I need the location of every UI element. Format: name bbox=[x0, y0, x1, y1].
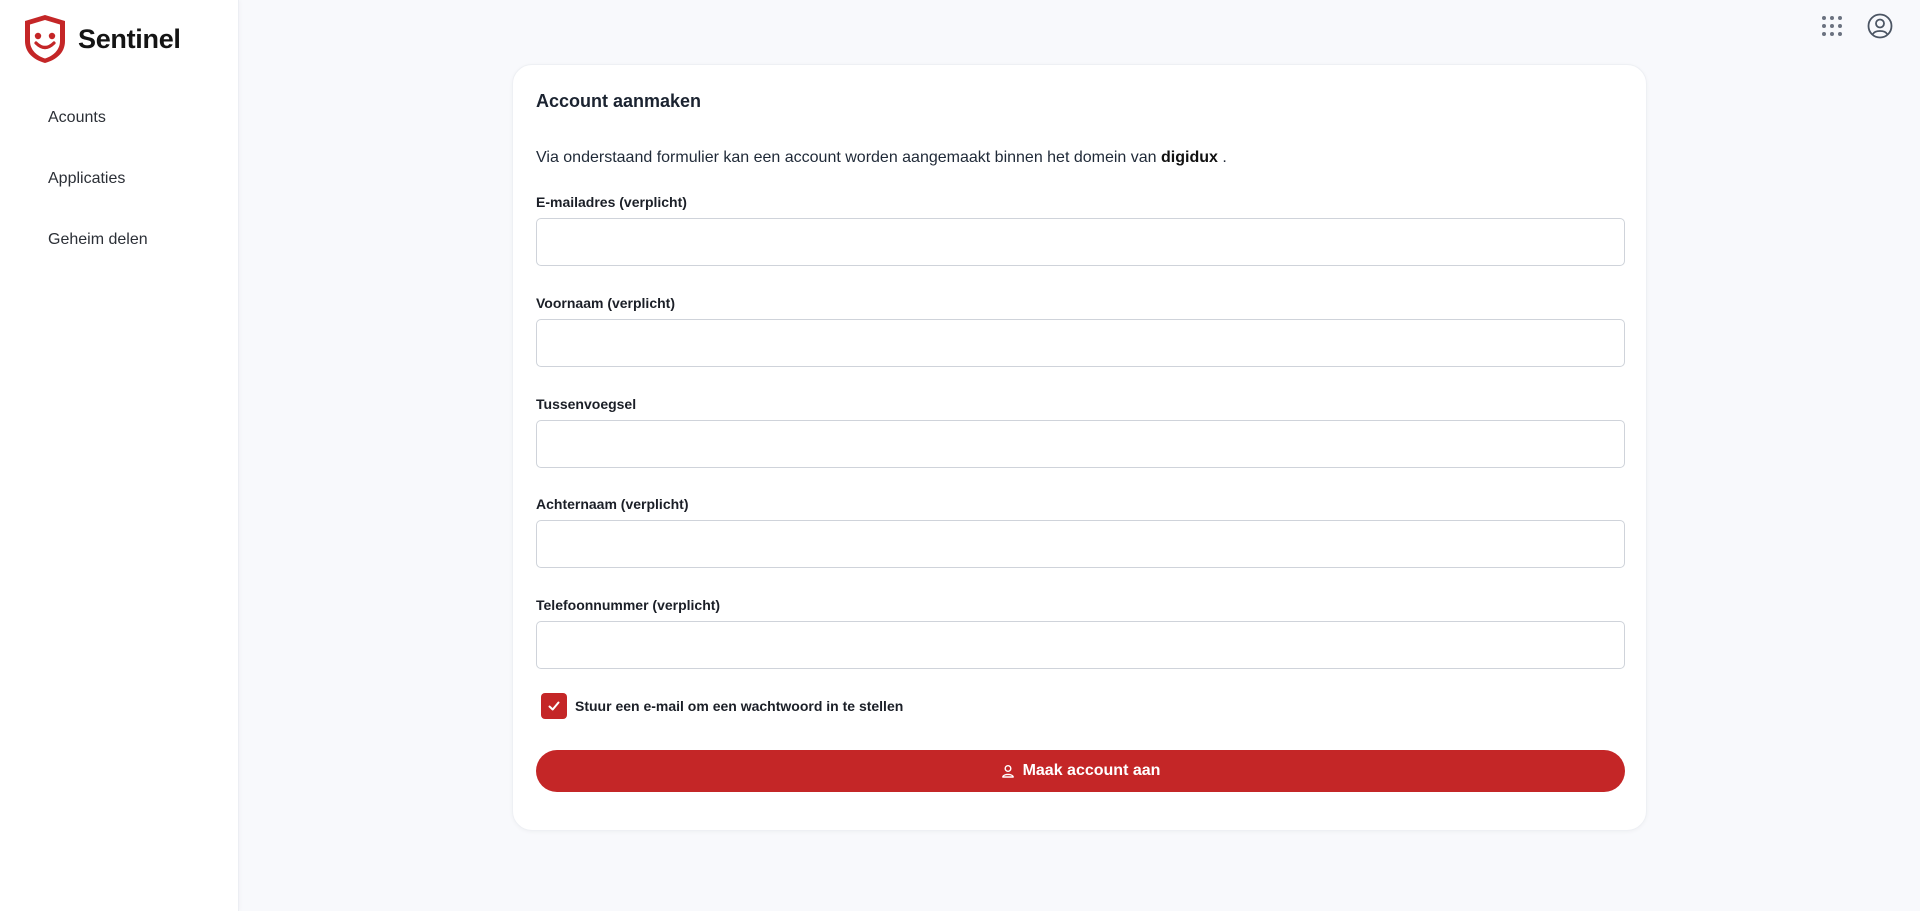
infix-field-group: Tussenvoegsel bbox=[536, 396, 1625, 468]
sentinel-logo-icon bbox=[25, 15, 65, 63]
phone-field-group: Telefoonnummer (verplicht) bbox=[536, 597, 1625, 669]
sidebar-nav: Acounts Applicaties Geheim delen bbox=[0, 105, 238, 288]
brand[interactable]: Sentinel bbox=[22, 14, 181, 64]
send-reset-email-label[interactable]: Stuur een e-mail om een wachtwoord in te… bbox=[575, 698, 903, 714]
create-account-card: Account aanmaken Via onderstaand formuli… bbox=[512, 64, 1647, 831]
sidebar-item-geheim-delen[interactable]: Geheim delen bbox=[0, 227, 238, 288]
checkmark-icon bbox=[548, 701, 560, 711]
first-name-field[interactable] bbox=[536, 319, 1625, 367]
sidebar-item-accounts[interactable]: Acounts bbox=[0, 105, 238, 166]
user-circle-icon[interactable] bbox=[1867, 13, 1893, 39]
brand-name: Sentinel bbox=[78, 23, 181, 54]
phone-label: Telefoonnummer (verplicht) bbox=[536, 597, 721, 613]
send-reset-email-checkbox[interactable] bbox=[541, 693, 567, 719]
apps-grid-icon[interactable] bbox=[1819, 13, 1845, 39]
infix-label: Tussenvoegsel bbox=[536, 396, 637, 412]
infix-field[interactable] bbox=[536, 420, 1625, 468]
app-root: Sentinel Acounts Applicaties Geheim dele… bbox=[0, 0, 1920, 911]
sidebar-item-applicaties[interactable]: Applicaties bbox=[0, 166, 238, 227]
last-name-field[interactable] bbox=[536, 520, 1625, 568]
email-field-group: E-mailadres (verplicht) bbox=[536, 194, 1625, 266]
topbar-icons bbox=[1819, 13, 1893, 39]
user-icon bbox=[1001, 765, 1014, 778]
create-account-button[interactable]: Maak account aan bbox=[536, 750, 1625, 792]
email-label: E-mailadres (verplicht) bbox=[536, 194, 687, 210]
intro-text: Via onderstaand formulier kan een accoun… bbox=[536, 149, 1227, 167]
intro-text-suffix: . bbox=[1217, 149, 1227, 166]
sidebar: Sentinel Acounts Applicaties Geheim dele… bbox=[0, 0, 239, 911]
send-reset-email-option: Stuur een e-mail om een wachtwoord in te… bbox=[541, 693, 903, 719]
first-name-label: Voornaam (verplicht) bbox=[536, 295, 675, 311]
phone-field[interactable] bbox=[536, 621, 1625, 669]
page-title: Account aanmaken bbox=[536, 91, 702, 111]
create-account-button-label: Maak account aan bbox=[1022, 762, 1161, 779]
intro-text-lead: Via onderstaand formulier kan een accoun… bbox=[536, 149, 1162, 166]
main-content: Account aanmaken Via onderstaand formuli… bbox=[239, 0, 1920, 911]
email-field[interactable] bbox=[536, 218, 1625, 266]
domain-name: digidux bbox=[1161, 149, 1218, 166]
last-name-label: Achternaam (verplicht) bbox=[536, 496, 689, 512]
first-name-field-group: Voornaam (verplicht) bbox=[536, 295, 1625, 367]
last-name-field-group: Achternaam (verplicht) bbox=[536, 496, 1625, 568]
